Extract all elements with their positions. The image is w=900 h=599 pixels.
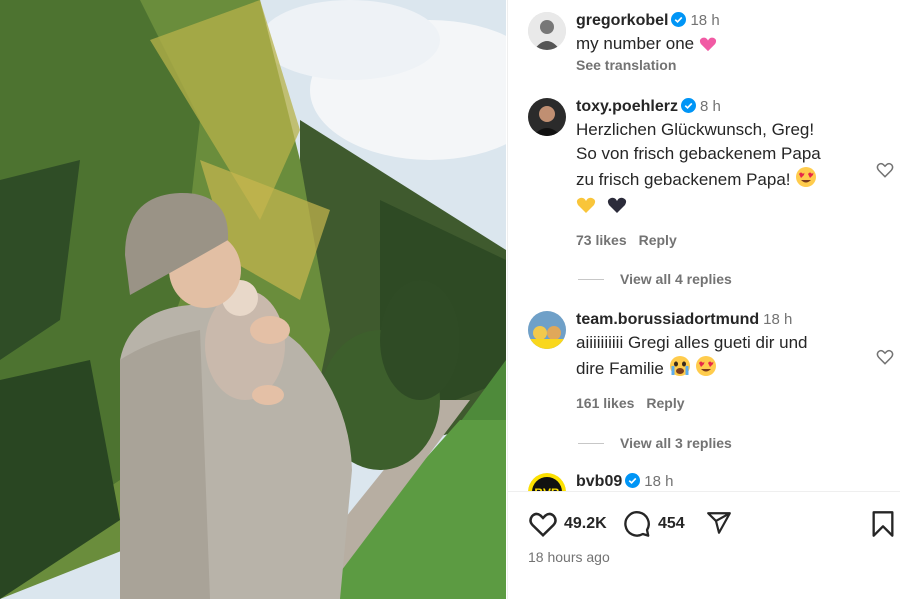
heart-icon[interactable] bbox=[528, 510, 558, 538]
comment-count[interactable]: 454 bbox=[658, 515, 685, 533]
comment-text-line: Herzlichen Glückwunsch, Greg! bbox=[576, 120, 815, 139]
comment-icon[interactable] bbox=[622, 510, 652, 538]
comment-text-line: zu frisch gebackenem Papa! bbox=[576, 170, 791, 189]
post-actions-bar: 49.2K 454 18 hours ago bbox=[508, 491, 900, 599]
post-timestamp[interactable]: 18 hours ago bbox=[528, 549, 610, 565]
replies-divider bbox=[578, 442, 604, 444]
comment-action: 454 bbox=[622, 510, 685, 538]
comment-time[interactable]: 8 h bbox=[700, 98, 721, 115]
comment-like-heart-icon[interactable] bbox=[875, 347, 895, 367]
view-replies-label: View all 4 replies bbox=[620, 271, 732, 287]
heart-eyes-emoji-icon bbox=[796, 167, 817, 187]
avatar[interactable]: BVB bbox=[528, 473, 566, 491]
crying-face-emoji-icon bbox=[669, 356, 690, 376]
verified-badge-icon bbox=[680, 98, 696, 113]
comment-username[interactable]: bvb09 bbox=[576, 473, 622, 490]
reply-button[interactable]: Reply bbox=[639, 232, 677, 248]
author-username[interactable]: gregorkobel bbox=[576, 12, 668, 29]
heart-eyes-emoji-icon bbox=[696, 356, 717, 376]
share-action bbox=[705, 510, 733, 536]
comments-panel: gregorkobel 18 h my number one See transl… bbox=[507, 0, 900, 599]
reply-button[interactable]: Reply bbox=[646, 395, 684, 411]
comment-text-line: So von frisch gebackenem Papa bbox=[576, 144, 821, 163]
post-time[interactable]: 18 h bbox=[690, 12, 719, 29]
comment-likes[interactable]: 161 likes bbox=[576, 395, 634, 411]
comment-text-line: aiiiiiiiiii Gregi alles gueti dir und bbox=[576, 333, 808, 352]
comment-username[interactable]: toxy.poehlerz bbox=[576, 98, 678, 115]
view-replies-button[interactable]: View all 4 replies bbox=[578, 271, 732, 287]
black-heart-emoji-icon bbox=[607, 197, 626, 213]
yellow-heart-emoji-icon bbox=[576, 197, 596, 213]
avatar[interactable] bbox=[528, 12, 566, 50]
like-count[interactable]: 49.2K bbox=[564, 515, 607, 533]
view-replies-button[interactable]: View all 3 replies bbox=[578, 435, 732, 451]
verified-badge-icon bbox=[625, 473, 641, 488]
save-action bbox=[871, 510, 895, 538]
comment-username[interactable]: team.borussiadortmund bbox=[576, 311, 759, 328]
avatar[interactable] bbox=[528, 98, 566, 136]
send-icon[interactable] bbox=[705, 510, 733, 536]
comments-scroll[interactable]: gregorkobel 18 h my number one See transl… bbox=[508, 0, 900, 491]
verified-badge-icon bbox=[671, 12, 687, 27]
like-action: 49.2K bbox=[528, 510, 607, 538]
comment-like-heart-icon[interactable] bbox=[875, 160, 895, 180]
comment-time[interactable]: 18 h bbox=[763, 311, 792, 328]
post-photo bbox=[0, 0, 506, 599]
see-translation-link[interactable]: See translation bbox=[576, 57, 866, 73]
comment-text-line: dire Familie bbox=[576, 359, 664, 378]
replies-divider bbox=[578, 278, 604, 280]
view-replies-label: View all 3 replies bbox=[620, 435, 732, 451]
avatar[interactable] bbox=[528, 311, 566, 349]
comment-likes[interactable]: 73 likes bbox=[576, 232, 627, 248]
caption-text: my number one bbox=[576, 34, 695, 53]
comment-time[interactable]: 18 h bbox=[644, 473, 673, 490]
pink-heart-emoji-icon bbox=[699, 37, 716, 52]
bookmark-icon[interactable] bbox=[871, 510, 895, 538]
